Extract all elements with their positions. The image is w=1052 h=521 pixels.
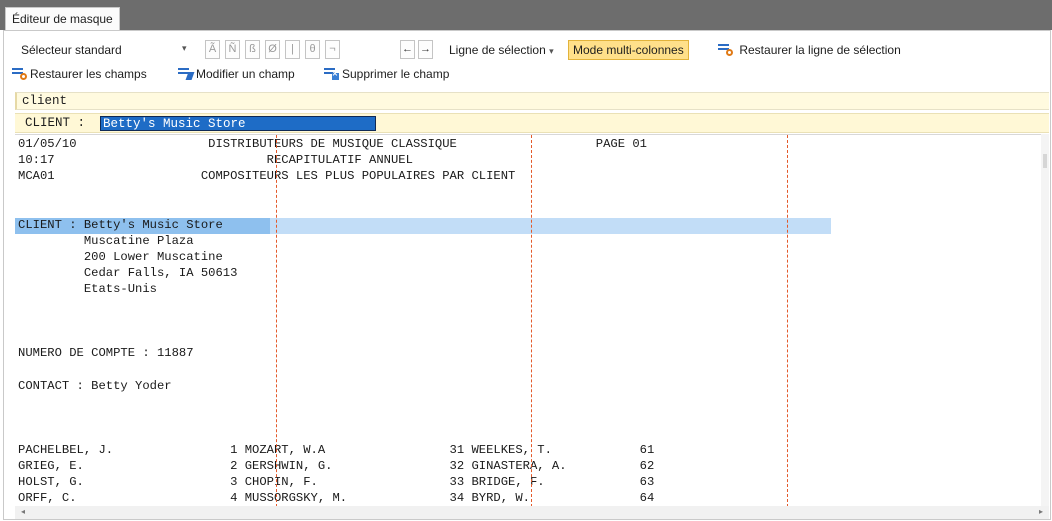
selection-line-label: Ligne de sélection — [449, 43, 546, 57]
document-line: Cedar Falls, IA 50613 — [18, 265, 238, 280]
char-n-tilde-button[interactable]: Ñ — [225, 40, 240, 59]
horizontal-scrollbar[interactable]: ◂ ▸ — [15, 506, 1049, 519]
document-line: ORFF, C. 4 MUSSORGSKY, M. 34 BYRD, W. 64 — [18, 491, 655, 506]
toolbar-fields: Restaurer les champs Modifier un champ S… — [12, 67, 1042, 85]
char-eszett-button[interactable]: ß — [245, 40, 260, 59]
toolbar-main: Sélecteur standard ▾ Ã Ñ ß Ø | θ ¬ ← → L… — [12, 40, 1042, 60]
field-value-selection[interactable]: Betty's Music Store — [100, 116, 376, 131]
column-separator[interactable] — [276, 135, 277, 506]
document-line: Muscatine Plaza — [18, 233, 194, 248]
field-value-prefix: CLIENT : — [25, 116, 86, 130]
restore-fields-label: Restaurer les champs — [30, 67, 147, 81]
restore-selection-line-button[interactable]: Restaurer la ligne de sélection — [718, 40, 901, 60]
document-line: Etats-Unis — [18, 281, 157, 296]
restore-selection-line-label: Restaurer la ligne de sélection — [739, 43, 901, 57]
move-right-button[interactable]: → — [418, 40, 433, 59]
delete-field-icon — [324, 67, 339, 80]
move-left-button[interactable]: ← — [400, 40, 415, 59]
document-line: 10:17 RECAPITULATIF ANNUEL — [18, 153, 413, 168]
restore-icon — [718, 43, 733, 56]
document-line: CONTACT : Betty Yoder — [18, 378, 172, 393]
multi-column-mode-button[interactable]: Mode multi-colonnes — [568, 40, 689, 60]
field-name-row[interactable]: client — [15, 92, 1049, 110]
tab-mask-editor[interactable]: Éditeur de masque — [5, 7, 120, 30]
document-line: PACHELBEL, J. 1 MOZART, W.A 31 WEELKES, … — [18, 442, 655, 457]
char-not-button[interactable]: ¬ — [325, 40, 340, 59]
document-line: CLIENT : Betty's Music Store — [18, 217, 223, 232]
column-separator[interactable] — [787, 135, 788, 506]
chevron-down-icon: ▾ — [549, 46, 554, 56]
char-theta-button[interactable]: θ — [305, 40, 320, 59]
scroll-left-icon[interactable]: ◂ — [21, 507, 25, 516]
restore-fields-icon — [12, 67, 27, 80]
edit-field-icon — [178, 67, 195, 80]
document-line: MCA01 COMPOSITEURS LES PLUS POPULAIRES P… — [18, 169, 516, 184]
edit-field-button[interactable]: Modifier un champ — [178, 67, 295, 81]
document-line: HOLST, G. 3 CHOPIN, F. 33 BRIDGE, F. 63 — [18, 475, 655, 490]
selector-dropdown-label: Sélecteur standard — [21, 43, 122, 57]
scroll-right-icon[interactable]: ▸ — [1039, 507, 1043, 516]
char-bar-button[interactable]: | — [285, 40, 300, 59]
document-preview[interactable]: 01/05/10 DISTRIBUTEURS DE MUSIQUE CLASSI… — [15, 134, 1041, 506]
document-line: 200 Lower Muscatine — [18, 249, 223, 264]
vertical-scrollbar[interactable] — [1041, 134, 1049, 506]
chevron-down-icon: ▾ — [182, 43, 187, 53]
column-separator[interactable] — [531, 135, 532, 506]
document-line: NUMERO DE COMPTE : 11887 — [18, 346, 194, 361]
char-o-slash-button[interactable]: Ø — [265, 40, 280, 59]
delete-field-button[interactable]: Supprimer le champ — [324, 67, 449, 81]
selector-dropdown[interactable]: Sélecteur standard ▾ — [14, 40, 204, 60]
restore-fields-button[interactable]: Restaurer les champs — [12, 67, 147, 81]
document-tab-bar: Éditeur de masque — [0, 0, 1052, 30]
edit-field-label: Modifier un champ — [196, 67, 295, 81]
char-a-tilde-button[interactable]: Ã — [205, 40, 220, 59]
field-value-row[interactable]: CLIENT : Betty's Music Store — [15, 113, 1049, 133]
delete-field-label: Supprimer le champ — [342, 67, 450, 81]
document-line: GRIEG, E. 2 GERSHWIN, G. 32 GINASTERA, A… — [18, 459, 655, 473]
document-line: 01/05/10 DISTRIBUTEURS DE MUSIQUE CLASSI… — [18, 137, 647, 151]
vertical-scroll-thumb[interactable] — [1043, 154, 1047, 168]
mask-editor-panel: Sélecteur standard ▾ Ã Ñ ß Ø | θ ¬ ← → L… — [3, 30, 1051, 520]
selection-line-dropdown[interactable]: Ligne de sélection ▾ — [449, 40, 554, 60]
